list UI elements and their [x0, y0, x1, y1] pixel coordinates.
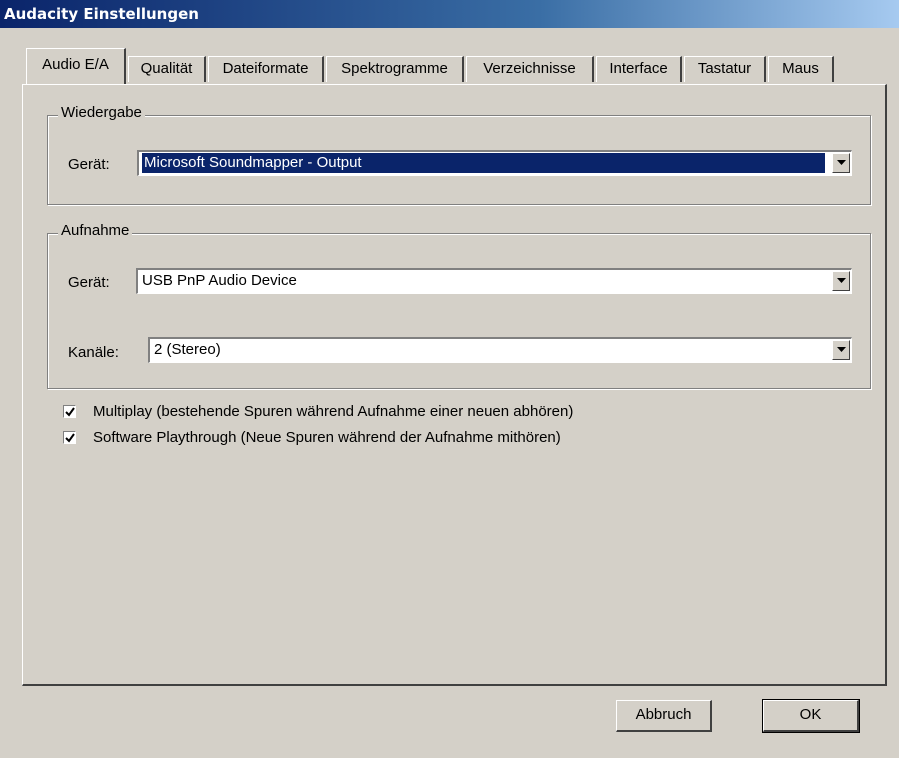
recording-device-value: USB PnP Audio Device	[142, 272, 297, 289]
recording-device-select[interactable]: USB PnP Audio Device	[136, 268, 852, 294]
playback-group: Wiedergabe Gerät: Microsoft Soundmapper …	[47, 104, 871, 205]
tab-mouse[interactable]: Maus	[768, 56, 834, 82]
recording-group: Aufnahme Gerät: USB PnP Audio Device Kan…	[47, 222, 871, 389]
window-title: Audacity Einstellungen	[0, 0, 899, 28]
tab-audio-io[interactable]: Audio E/A	[26, 48, 126, 84]
recording-channels-select[interactable]: 2 (Stereo)	[148, 337, 852, 363]
tab-quality[interactable]: Qualität	[128, 56, 206, 82]
software-playthrough-option[interactable]: Software Playthrough (Neue Spuren währen…	[63, 429, 713, 449]
chevron-down-icon[interactable]	[832, 153, 850, 173]
software-playthrough-label: Software Playthrough (Neue Spuren währen…	[93, 429, 561, 446]
recording-channels-label: Kanäle:	[68, 344, 119, 361]
playback-device-value: Microsoft Soundmapper - Output	[142, 153, 825, 173]
recording-channels-value: 2 (Stereo)	[154, 341, 221, 358]
tab-spectrograms[interactable]: Spektrogramme	[326, 56, 464, 82]
playback-device-select[interactable]: Microsoft Soundmapper - Output	[137, 150, 852, 176]
chevron-down-icon[interactable]	[832, 340, 850, 360]
recording-device-label: Gerät:	[68, 274, 110, 291]
playback-device-label: Gerät:	[68, 156, 110, 173]
playback-group-label: Wiedergabe	[58, 104, 145, 121]
tab-keyboard[interactable]: Tastatur	[684, 56, 766, 82]
multiplay-option[interactable]: Multiplay (bestehende Spuren während Auf…	[63, 403, 713, 423]
multiplay-checkbox[interactable]	[63, 405, 76, 418]
chevron-down-icon[interactable]	[832, 271, 850, 291]
tab-directories[interactable]: Verzeichnisse	[466, 56, 594, 82]
cancel-button[interactable]: Abbruch	[616, 700, 712, 732]
ok-button[interactable]: OK	[762, 699, 860, 733]
recording-group-label: Aufnahme	[58, 222, 133, 239]
software-playthrough-checkbox[interactable]	[63, 431, 76, 444]
tab-file-formats[interactable]: Dateiformate	[208, 56, 324, 82]
tab-interface[interactable]: Interface	[596, 56, 682, 82]
tab-panel: Wiedergabe Gerät: Microsoft Soundmapper …	[22, 84, 887, 686]
multiplay-label: Multiplay (bestehende Spuren während Auf…	[93, 403, 574, 420]
